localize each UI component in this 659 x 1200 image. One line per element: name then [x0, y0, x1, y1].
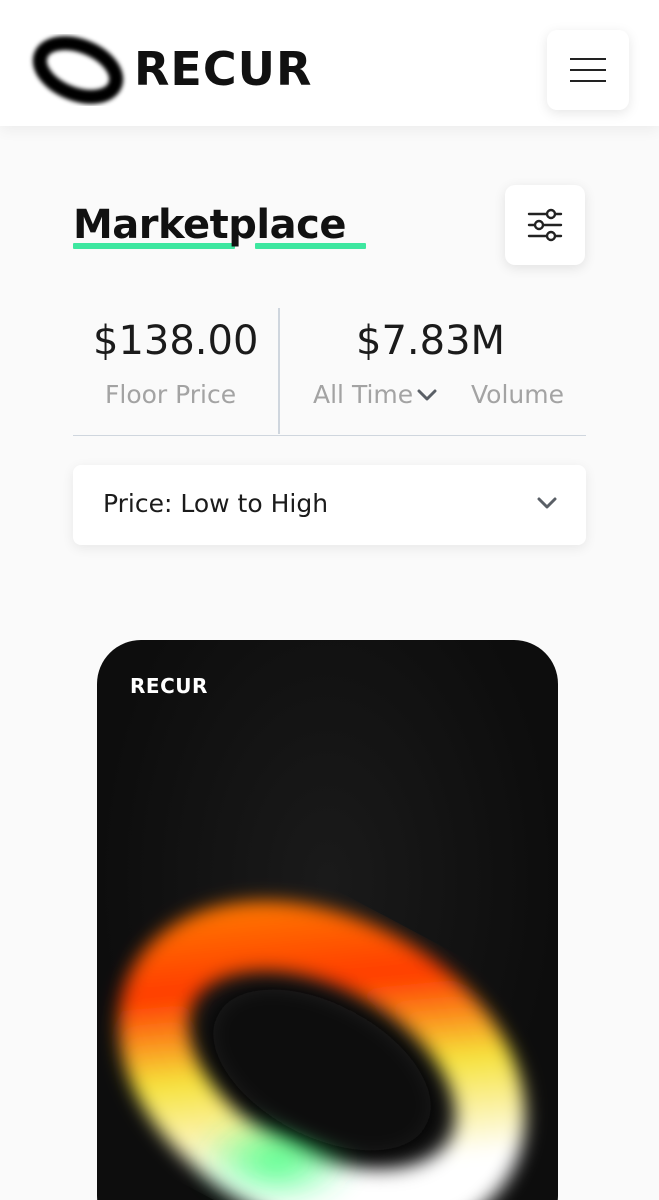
hamburger-menu-icon-line-1	[570, 58, 606, 60]
menu-button[interactable]	[547, 30, 629, 110]
nft-card[interactable]: RECUR	[97, 640, 558, 1200]
sort-selected-value: Price: Low to High	[103, 489, 329, 518]
floor-price-label: Floor Price	[105, 380, 237, 409]
ring-logo-icon	[32, 36, 124, 104]
volume-range-dropdown[interactable]: All Time	[313, 380, 437, 409]
sliders-filter-icon	[527, 208, 563, 242]
sort-select[interactable]: Price: Low to High	[73, 465, 586, 545]
chevron-down-icon	[417, 389, 437, 400]
chevron-down-icon	[537, 497, 557, 509]
logo-wordmark: RECUR	[134, 42, 313, 96]
recur-logo[interactable]: RECUR	[28, 34, 358, 106]
hamburger-menu-icon-line-2	[570, 69, 606, 71]
hamburger-menu-icon-line-3	[570, 80, 606, 82]
stats-divider	[278, 308, 280, 434]
filter-button[interactable]	[505, 185, 585, 265]
card-brand-label: RECUR	[130, 674, 208, 698]
volume-label: Volume	[471, 380, 564, 409]
page-title: Marketplace	[73, 202, 346, 248]
floor-price-value: $138.00	[93, 318, 259, 364]
volume-range-label: All Time	[313, 380, 414, 409]
top-navigation-bar: RECUR	[0, 0, 659, 126]
gradient-ring-artwork	[118, 900, 526, 1200]
volume-value: $7.83M	[356, 318, 506, 364]
collection-stats: $138.00 Floor Price $7.83M All Time Volu…	[73, 308, 586, 436]
